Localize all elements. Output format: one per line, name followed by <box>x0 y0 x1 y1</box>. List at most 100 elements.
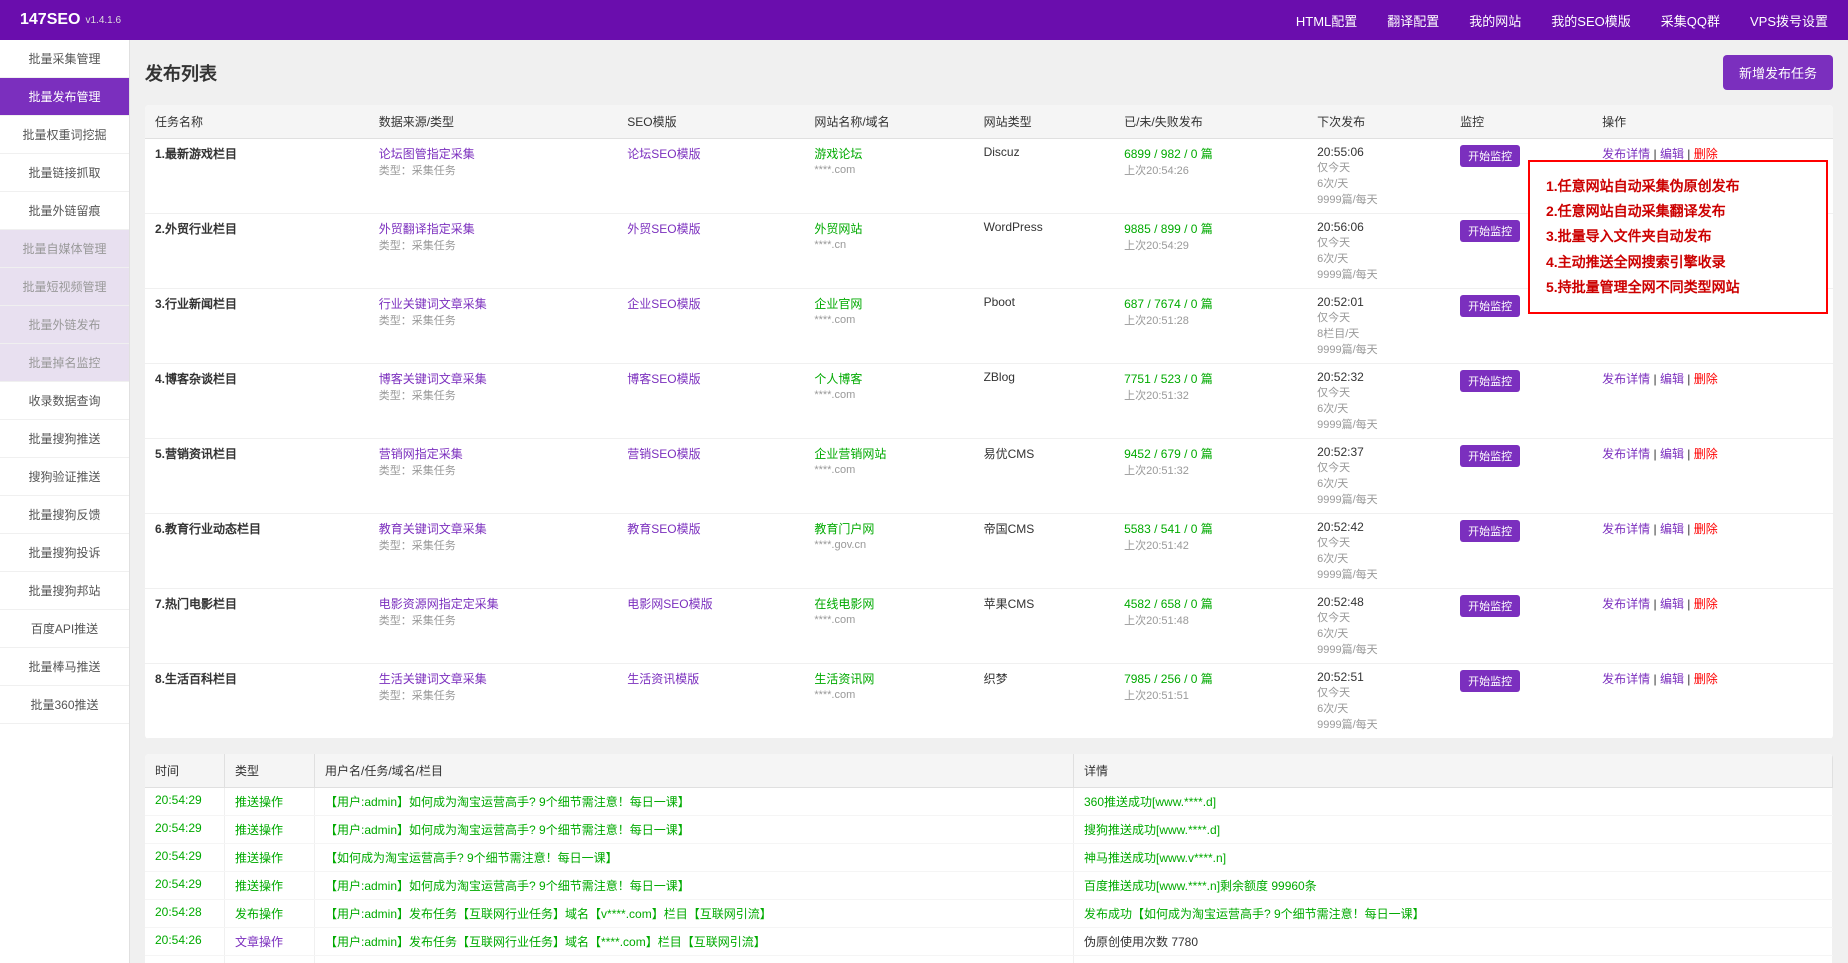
sidebar-item-sogou-block[interactable]: 批量搜狗邦站 <box>0 572 129 610</box>
sidebar-item-baidu-api[interactable]: 百度API推送 <box>0 610 129 648</box>
op-delete[interactable]: 删除 <box>1694 597 1718 611</box>
nav-vps-settings[interactable]: VPS拨号设置 <box>1750 11 1828 30</box>
op-edit[interactable]: 编辑 <box>1660 522 1684 536</box>
op-detail[interactable]: 发布详情 <box>1602 147 1650 161</box>
sidebar-item-link-grab[interactable]: 批量链接抓取 <box>0 154 129 192</box>
task-site-name[interactable]: 企业官网 <box>814 297 862 311</box>
log-content: 【如何成为淘宝运营高手? 9个细节需注意！每日一课】 <box>315 844 1074 871</box>
op-edit[interactable]: 编辑 <box>1660 147 1684 161</box>
nav-seo-template[interactable]: 我的SEO模版 <box>1551 11 1630 30</box>
nav-my-site[interactable]: 我的网站 <box>1469 11 1521 30</box>
sidebar-item-collect[interactable]: 批量采集管理 <box>0 40 129 78</box>
col-site-type: 网站类型 <box>974 105 1115 139</box>
monitor-button[interactable]: 开始监控 <box>1460 145 1520 167</box>
op-delete[interactable]: 删除 <box>1694 522 1718 536</box>
sidebar-item-external-link[interactable]: 批量外链留痕 <box>0 192 129 230</box>
op-delete[interactable]: 删除 <box>1694 447 1718 461</box>
op-edit[interactable]: 编辑 <box>1660 672 1684 686</box>
task-site-name[interactable]: 外贸网站 <box>814 222 862 236</box>
task-stats-sub: 上次20:51:32 <box>1124 465 1189 477</box>
task-site-name[interactable]: 教育门户网 <box>814 522 874 536</box>
col-monitor: 监控 <box>1450 105 1592 139</box>
log-col-time: 时间 <box>145 754 225 787</box>
task-next-sub3: 9999篇/每天 <box>1317 344 1378 356</box>
task-next-sub1: 仅今天 <box>1317 237 1350 249</box>
op-detail[interactable]: 发布详情 <box>1602 522 1650 536</box>
task-seo[interactable]: 营销SEO模版 <box>627 447 700 461</box>
task-source[interactable]: 行业关键词文章采集 <box>379 297 487 311</box>
task-site-name[interactable]: 个人博客 <box>814 372 862 386</box>
sidebar-item-sogou-feedback[interactable]: 批量搜狗反馈 <box>0 496 129 534</box>
op-detail[interactable]: 发布详情 <box>1602 672 1650 686</box>
task-next-sub2: 6次/天 <box>1317 253 1348 265</box>
nav-html-config[interactable]: HTML配置 <box>1296 11 1357 30</box>
monitor-button[interactable]: 开始监控 <box>1460 370 1520 392</box>
log-row: 20:54:26 文章操作 【用户:admin】发布任务【互联网行业任务】域名【… <box>145 928 1833 956</box>
op-detail[interactable]: 发布详情 <box>1602 447 1650 461</box>
sidebar-item-bangma-push[interactable]: 批量棒马推送 <box>0 648 129 686</box>
log-content: 【用户:admin】如何成为淘宝运营高手? 9个细节需注意！每日一课】 <box>315 816 1074 843</box>
task-site-type: ZBlog <box>984 370 1015 384</box>
task-stats-sub: 上次20:51:28 <box>1124 315 1189 327</box>
log-content: 【用户:admin】如何成为淘宝运营高手? 9个细节需注意！每日一课】 <box>315 788 1074 815</box>
table-row: 8.生活百科栏目 生活关键词文章采集 类型：采集任务 生活资讯模版 生活资讯网 … <box>145 664 1833 739</box>
op-delete[interactable]: 删除 <box>1694 672 1718 686</box>
task-seo[interactable]: 生活资讯模版 <box>627 672 699 686</box>
task-name: 5.营销资讯栏目 <box>155 447 237 461</box>
task-source[interactable]: 营销网指定采集 <box>379 447 463 461</box>
task-stats: 6899 / 982 / 0 篇 <box>1124 147 1213 161</box>
op-edit[interactable]: 编辑 <box>1660 372 1684 386</box>
task-seo[interactable]: 论坛SEO模版 <box>627 147 700 161</box>
new-task-button[interactable]: 新增发布任务 <box>1723 55 1833 90</box>
op-detail[interactable]: 发布详情 <box>1602 597 1650 611</box>
task-site-name[interactable]: 生活资讯网 <box>814 672 874 686</box>
task-next-sub1: 仅今天 <box>1317 312 1350 324</box>
task-source[interactable]: 教育关键词文章采集 <box>379 522 487 536</box>
task-site-name[interactable]: 游戏论坛 <box>814 147 862 161</box>
task-seo[interactable]: 教育SEO模版 <box>627 522 700 536</box>
log-result: 百度推送成功[www.****.n]剩余额度 99960条 <box>1074 872 1833 899</box>
task-seo[interactable]: 电影网SEO模版 <box>627 597 712 611</box>
task-source-type: 类型：采集任务 <box>379 390 456 402</box>
sidebar-item-publish[interactable]: 批量发布管理 <box>0 78 129 116</box>
sidebar-item-keyword[interactable]: 批量权重词挖掘 <box>0 116 129 154</box>
nav-qq-group[interactable]: 采集QQ群 <box>1661 11 1720 30</box>
op-detail[interactable]: 发布详情 <box>1602 372 1650 386</box>
page-title-bar: 发布列表 新增发布任务 <box>145 55 1833 90</box>
monitor-button[interactable]: 开始监控 <box>1460 670 1520 692</box>
task-site-name[interactable]: 在线电影网 <box>814 597 874 611</box>
sidebar-item-sogou-verify[interactable]: 搜狗验证推送 <box>0 458 129 496</box>
monitor-button[interactable]: 开始监控 <box>1460 445 1520 467</box>
task-source[interactable]: 外贸翻译指定采集 <box>379 222 475 236</box>
op-delete[interactable]: 删除 <box>1694 147 1718 161</box>
sidebar-item-sogou-push[interactable]: 批量搜狗推送 <box>0 420 129 458</box>
task-source[interactable]: 生活关键词文章采集 <box>379 672 487 686</box>
task-source[interactable]: 论坛图管指定采集 <box>379 147 475 161</box>
op-delete[interactable]: 删除 <box>1694 372 1718 386</box>
task-seo[interactable]: 博客SEO模版 <box>627 372 700 386</box>
table-row: 4.博客杂谈栏目 博客关键词文章采集 类型：采集任务 博客SEO模版 个人博客 … <box>145 364 1833 439</box>
task-stats-sub: 上次20:54:29 <box>1124 240 1189 252</box>
task-source[interactable]: 博客关键词文章采集 <box>379 372 487 386</box>
task-source[interactable]: 电影资源网指定定采集 <box>379 597 499 611</box>
task-site-name[interactable]: 企业营销网站 <box>814 447 886 461</box>
table-row: 5.营销资讯栏目 营销网指定采集 类型：采集任务 营销SEO模版 企业营销网站 … <box>145 439 1833 514</box>
log-time: 20:54:29 <box>145 816 225 843</box>
sidebar-item-index-query[interactable]: 收录数据查询 <box>0 382 129 420</box>
sidebar-item-sogou-complaint[interactable]: 批量搜狗投诉 <box>0 534 129 572</box>
sidebar-item-360-push[interactable]: 批量360推送 <box>0 686 129 724</box>
monitor-button[interactable]: 开始监控 <box>1460 295 1520 317</box>
task-next-sub2: 6次/天 <box>1317 628 1348 640</box>
task-name: 7.热门电影栏目 <box>155 597 237 611</box>
task-seo[interactable]: 外贸SEO模版 <box>627 222 700 236</box>
task-seo[interactable]: 企业SEO模版 <box>627 297 700 311</box>
monitor-button[interactable]: 开始监控 <box>1460 595 1520 617</box>
op-edit[interactable]: 编辑 <box>1660 447 1684 461</box>
op-edit[interactable]: 编辑 <box>1660 597 1684 611</box>
monitor-button[interactable]: 开始监控 <box>1460 220 1520 242</box>
task-source-type: 类型：采集任务 <box>379 165 456 177</box>
log-type: 文章操作 <box>225 956 315 963</box>
task-next-sub3: 9999篇/每天 <box>1317 494 1378 506</box>
nav-translate-config[interactable]: 翻译配置 <box>1387 11 1439 30</box>
monitor-button[interactable]: 开始监控 <box>1460 520 1520 542</box>
